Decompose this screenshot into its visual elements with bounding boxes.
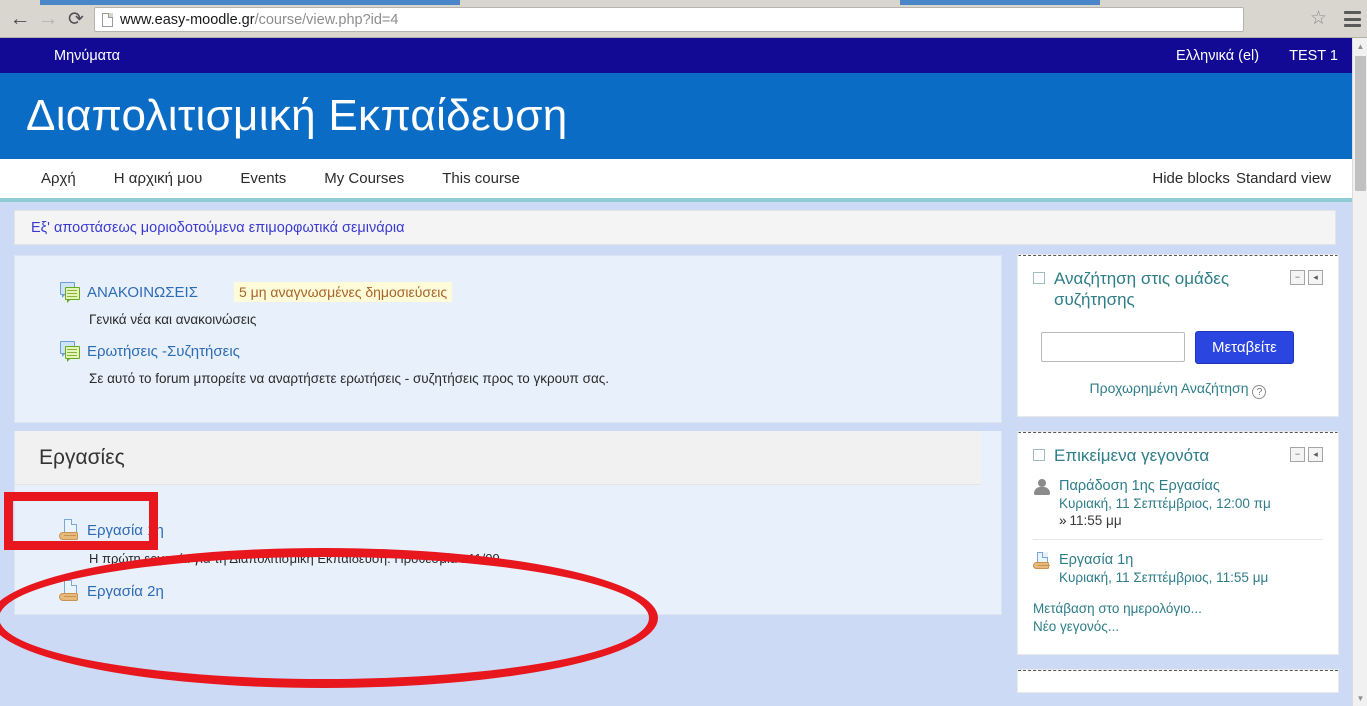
forum-search-input[interactable] xyxy=(1041,332,1185,362)
event-date-2: Κυριακή, 11 Σεπτέμβριος, 11:55 μμ xyxy=(1059,569,1269,585)
nav-item-my-courses[interactable]: My Courses xyxy=(305,170,423,187)
event-links: Μετάβαση στο ημερολόγιο... Νέο γεγονός..… xyxy=(1033,601,1323,634)
breadcrumb: Εξ' αποστάσεως μοριοδοτούμενα επιμορφωτι… xyxy=(14,210,1336,245)
nav-item-this-course[interactable]: This course xyxy=(423,170,539,187)
user-menu-link[interactable]: TEST 1 xyxy=(1289,48,1338,64)
page-title: Διαπολιτισμική Εκπαίδευση xyxy=(26,91,568,140)
block-title-forum-search: Αναζήτηση στις ομάδες συζήτησης xyxy=(1054,269,1230,310)
browser-tab-strip-secondary xyxy=(900,0,1100,5)
collapse-icon[interactable]: − xyxy=(1290,446,1305,462)
advanced-search-row: Προχωρημένη Αναζήτηση? xyxy=(1033,380,1323,399)
scrollbar-thumb[interactable] xyxy=(1355,56,1366,191)
assignment-description-1: Η πρώτη εργασία για τη Διαπολιτισμική Εκ… xyxy=(89,551,500,566)
site-header: Διαπολιτισμική Εκπαίδευση xyxy=(0,73,1352,159)
nav-item-home[interactable]: Αρχή xyxy=(22,170,95,187)
forum-icon xyxy=(59,282,81,303)
nav-item-events[interactable]: Events xyxy=(221,170,305,187)
nav-item-my-home[interactable]: Η αρχική μου xyxy=(95,170,222,187)
screenshot-root: ← → ⟳ www.easy-moodle.gr /course/view.ph… xyxy=(0,0,1367,706)
event-item[interactable]: Εργασία 1η Κυριακή, 11 Σεπτέμβριος, 11:5… xyxy=(1033,551,1323,585)
address-bar[interactable]: www.easy-moodle.gr /course/view.php?id=4 xyxy=(94,7,1244,32)
breadcrumb-item[interactable]: Εξ' αποστάσεως μοριοδοτούμενα επιμορφωτι… xyxy=(31,220,404,236)
event-subtime-value-1: 11:55 μμ xyxy=(1069,512,1122,528)
messages-link[interactable]: Μηνύματα xyxy=(54,48,120,64)
block-title-row: Επικείμενα γεγονότα xyxy=(1033,445,1290,466)
new-event-link[interactable]: Νέο γεγονός... xyxy=(1033,619,1323,634)
url-host: www.easy-moodle.gr xyxy=(120,11,255,28)
scroll-up-arrow-icon[interactable]: ▲ xyxy=(1353,38,1367,54)
block-controls: − ◂ xyxy=(1290,270,1323,285)
breadcrumb-row: Εξ' αποστάσεως μοριοδοτούμενα επιμορφωτι… xyxy=(0,202,1352,245)
assignments-section-body: Εργασία 1η Η πρώτη εργασία για τη Διαπολ… xyxy=(15,485,981,602)
user-icon xyxy=(1033,478,1051,497)
block-title-upcoming-events: Επικείμενα γεγονότα xyxy=(1054,445,1210,465)
event-subtime-1: » 11:55 μμ xyxy=(1059,513,1323,528)
activity-row-assignment-1[interactable]: Εργασία 1η xyxy=(59,519,981,541)
block-marker-icon xyxy=(1033,448,1045,461)
forward-icon[interactable]: → xyxy=(36,7,60,31)
event-name-2[interactable]: Εργασία 1η xyxy=(1059,552,1323,568)
main-navigation: Αρχή Η αρχική μου Events My Courses This… xyxy=(0,159,1352,202)
scroll-down-arrow-icon[interactable]: ▼ xyxy=(1353,690,1367,706)
page-scrollbar[interactable]: ▲ ▼ xyxy=(1352,38,1367,706)
back-icon[interactable]: ← xyxy=(8,7,32,31)
dock-icon[interactable]: ◂ xyxy=(1308,446,1323,462)
go-to-calendar-link[interactable]: Μετάβαση στο ημερολόγιο... xyxy=(1033,601,1323,616)
browser-menu-icon[interactable] xyxy=(1344,11,1361,27)
activity-row-assignment-2[interactable]: Εργασία 2η xyxy=(59,580,981,602)
block-partial-below-fold xyxy=(1018,669,1338,692)
forum-search-form: Μεταβείτε xyxy=(1033,330,1323,364)
assignments-section-header: Εργασίες xyxy=(15,431,981,485)
course-content-column: ΑΝΑΚΟΙΝΩΣΕΙΣ 5 μη αναγνωσμένες δημοσιεύσ… xyxy=(14,255,1002,615)
browser-chrome: ← → ⟳ www.easy-moodle.gr /course/view.ph… xyxy=(0,0,1367,38)
unread-posts-badge[interactable]: 5 μη αναγνωσμένες δημοσιεύσεις xyxy=(233,282,453,302)
block-controls: − ◂ xyxy=(1290,446,1323,462)
event-body: Εργασία 1η Κυριακή, 11 Σεπτέμβριος, 11:5… xyxy=(1059,552,1323,585)
event-body: Παράδοση 1ης Εργασίας Κυριακή, 11 Σεπτέμ… xyxy=(1059,478,1323,528)
url-path: /course/view.php?id=4 xyxy=(254,11,399,28)
event-item[interactable]: Παράδοση 1ης Εργασίας Κυριακή, 11 Σεπτέμ… xyxy=(1033,478,1323,528)
general-section: ΑΝΑΚΟΙΝΩΣΕΙΣ 5 μη αναγνωσμένες δημοσιεύσ… xyxy=(14,255,1002,423)
assignments-section: Εργασίες Εργασία 1η Η πρώτη εργασία για … xyxy=(14,431,1002,615)
advanced-search-link[interactable]: Προχωρημένη Αναζήτηση xyxy=(1090,380,1249,396)
block-forum-search: Αναζήτηση στις ομάδες συζήτησης − ◂ Μετα… xyxy=(1018,255,1338,416)
forum-icon xyxy=(59,341,81,362)
hide-blocks-link[interactable]: Hide blocks xyxy=(1149,170,1233,187)
main-columns: ΑΝΑΚΟΙΝΩΣΕΙΣ 5 μη αναγνωσμένες δημοσιεύσ… xyxy=(0,245,1352,692)
event-date-1: Κυριακή, 11 Σεπτέμβριος, 12:00 πμ xyxy=(1059,495,1271,511)
help-icon[interactable]: ? xyxy=(1252,384,1267,399)
event-divider xyxy=(1033,538,1323,540)
forum-description-questions: Σε αυτό το forum μπορείτε να αναρτήσετε … xyxy=(89,371,610,386)
forum-search-go-button[interactable]: Μεταβείτε xyxy=(1195,330,1294,364)
browser-tab-strip xyxy=(40,0,460,5)
chevron-right-icon: » xyxy=(1059,512,1067,528)
dock-icon[interactable]: ◂ xyxy=(1308,270,1323,285)
forum-link-questions[interactable]: Ερωτήσεις -Συζητήσεις xyxy=(87,343,240,360)
block-header: Αναζήτηση στις ομάδες συζήτησης − ◂ xyxy=(1033,268,1323,311)
activity-row-announcements[interactable]: ΑΝΑΚΟΙΝΩΣΕΙΣ 5 μη αναγνωσμένες δημοσιεύσ… xyxy=(59,282,981,303)
assignment-link-2[interactable]: Εργασία 2η xyxy=(87,583,164,600)
collapse-icon[interactable]: − xyxy=(1290,270,1305,285)
reload-icon[interactable]: ⟳ xyxy=(64,7,88,31)
assignment-link-1[interactable]: Εργασία 1η xyxy=(87,522,164,539)
bookmark-star-icon[interactable]: ☆ xyxy=(1310,9,1327,29)
assignment-icon xyxy=(59,580,81,602)
moodle-top-bar: Μηνύματα Ελληνικά (el) TEST 1 xyxy=(0,38,1352,73)
block-marker-icon xyxy=(1033,272,1045,284)
language-selector[interactable]: Ελληνικά (el) xyxy=(1176,48,1259,64)
assignments-section-title: Εργασίες xyxy=(39,445,125,469)
page-viewport: Μηνύματα Ελληνικά (el) TEST 1 Διαπολιτισ… xyxy=(0,38,1352,706)
block-upcoming-events: Επικείμενα γεγονότα − ◂ Παράδοση 1ης Εργ… xyxy=(1018,431,1338,654)
standard-view-link[interactable]: Standard view xyxy=(1233,170,1334,187)
assignment-icon xyxy=(59,519,81,541)
block-header: Επικείμενα γεγονότα − ◂ xyxy=(1033,445,1323,466)
assignment-icon xyxy=(1033,551,1051,570)
block-title-row: Αναζήτηση στις ομάδες συζήτησης xyxy=(1033,268,1290,311)
forum-link-announcements[interactable]: ΑΝΑΚΟΙΝΩΣΕΙΣ xyxy=(87,284,198,301)
page-document-icon xyxy=(102,12,113,27)
activity-row-questions[interactable]: Ερωτήσεις -Συζητήσεις xyxy=(59,341,981,362)
forum-description-announcements: Γενικά νέα και ανακοινώσεις xyxy=(89,312,257,327)
sidebar-column: Αναζήτηση στις ομάδες συζήτησης − ◂ Μετα… xyxy=(1018,255,1338,692)
event-name-1[interactable]: Παράδοση 1ης Εργασίας xyxy=(1059,478,1323,494)
